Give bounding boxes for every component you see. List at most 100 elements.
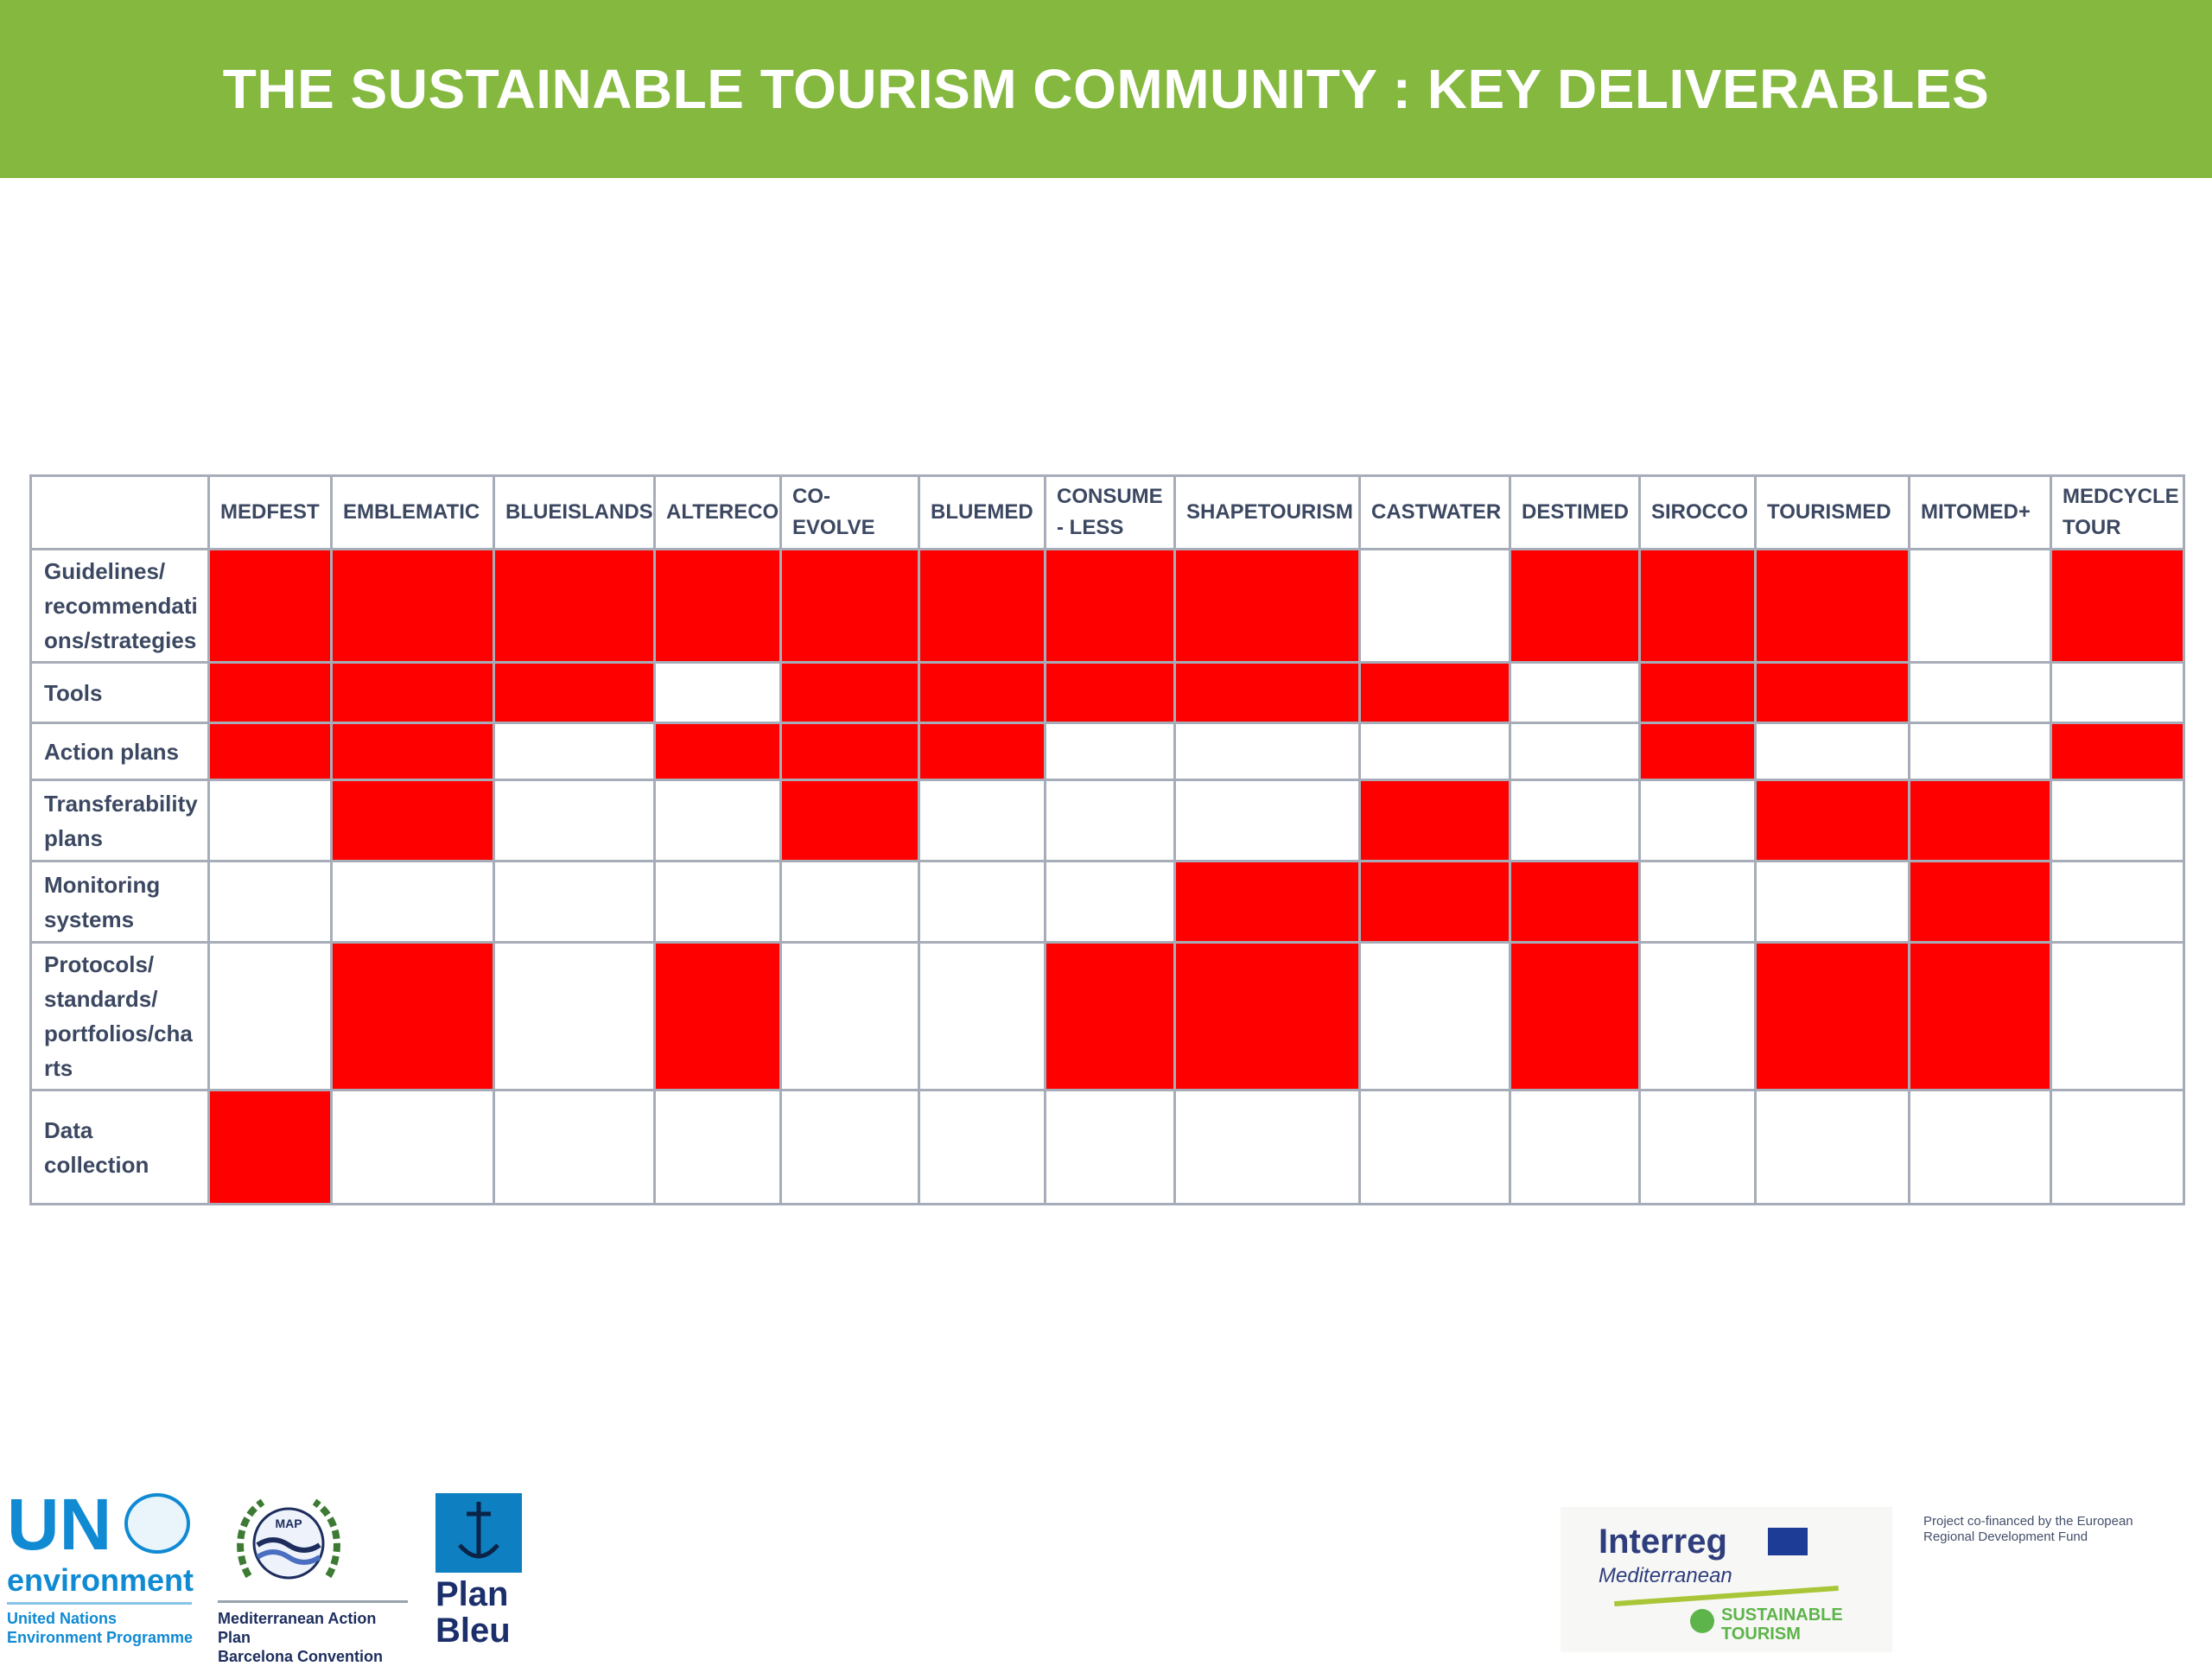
matrix-row: Protocols/ standards/ portfolios/cha rts [29,941,2185,1091]
empty-cell [2050,779,2185,862]
matrix-row: Action plans [29,722,2185,781]
plan-bleu-word: Bleu [435,1612,511,1650]
matrix-row: Monitoring systems [29,860,2185,944]
empty-cell [2050,661,2185,724]
empty-cell [330,1089,495,1205]
deliverable-mark-cell [1358,779,1511,862]
matrix-corner-cell [29,474,210,550]
deliverable-mark-cell [1358,661,1511,724]
row-label: Data collection [29,1089,210,1205]
empty-cell [330,860,495,944]
deliverable-mark-cell [1754,779,1910,862]
leaf-icon [1690,1609,1714,1633]
deliverable-mark-cell [1638,722,1757,781]
deliverable-mark-cell [1173,661,1361,724]
deliverable-mark-cell [1908,860,2052,944]
empty-cell [1638,1089,1757,1205]
deliverable-mark-cell [207,1089,333,1205]
empty-cell [1358,941,1511,1091]
map-caption-line: Mediterranean Action Plan [218,1610,377,1646]
deliverable-mark-cell [1173,941,1361,1091]
empty-cell [1754,722,1910,781]
deliverable-mark-cell [653,941,782,1091]
empty-cell [1044,722,1176,781]
empty-cell [779,1089,920,1205]
row-label: Transferability plans [29,779,210,862]
empty-cell [653,779,782,862]
deliverable-mark-cell [1638,548,1757,664]
deliverable-mark-cell [779,722,920,781]
empty-cell [1358,722,1511,781]
deliverable-mark-cell [330,722,495,781]
deliverable-mark-cell [1173,548,1361,664]
empty-cell [493,1089,656,1205]
empty-cell [1044,779,1176,862]
deliverable-mark-cell [653,548,782,664]
empty-cell [1754,860,1910,944]
deliverable-mark-cell [493,548,656,664]
empty-cell [207,779,333,862]
deliverable-mark-cell [779,548,920,664]
empty-cell [1173,722,1361,781]
row-label: Monitoring systems [29,860,210,944]
row-label: Guidelines/ recommendati ons/strategies [29,548,210,664]
empty-cell [1509,1089,1641,1205]
empty-cell [493,722,656,781]
sustainable-tourism-line: TOURISM [1721,1625,1801,1644]
empty-cell [1509,779,1641,862]
deliverable-mark-cell [1638,661,1757,724]
deliverable-mark-cell [330,548,495,664]
empty-cell [779,941,920,1091]
empty-cell [1509,722,1641,781]
deliverable-mark-cell [1908,779,2052,862]
column-header: MITOMED+ [1908,474,2052,550]
deliverable-mark-cell [1173,860,1361,944]
deliverable-mark-cell [330,661,495,724]
deliverable-mark-cell [1509,860,1641,944]
empty-cell [493,860,656,944]
unep-caption-line: United Nations [7,1610,118,1627]
column-header: SHAPETOURISM [1173,474,1361,550]
matrix-row: Tools [29,661,2185,724]
column-header: ALTERECO [653,474,782,550]
column-header: MEDCYCLE TOUR [2050,474,2185,550]
empty-cell [918,860,1046,944]
column-header: CO-EVOLVE [779,474,920,550]
deliverable-mark-cell [2050,548,2185,664]
empty-cell [1908,548,2052,664]
deliverable-mark-cell [1358,860,1511,944]
empty-cell [653,661,782,724]
empty-cell [1173,1089,1361,1205]
deliverable-mark-cell [1509,548,1641,664]
empty-cell [1509,661,1641,724]
deliverables-matrix: MEDFEST EMBLEMATIC BLUEISLANDS ALTERECO … [29,474,2185,1205]
empty-cell [653,860,782,944]
empty-cell [1358,548,1511,664]
unep-rule [7,1602,192,1605]
deliverable-mark-cell [330,941,495,1091]
empty-cell [1908,661,2052,724]
map-caption: Mediterranean Action Plan Barcelona Conv… [218,1609,411,1666]
empty-cell [493,941,656,1091]
empty-cell [2050,1089,2185,1205]
deliverable-mark-cell [1908,941,2052,1091]
map-emblem-icon: MAP [237,1498,340,1580]
column-header: CASTWATER [1358,474,1511,550]
map-emblem-text: MAP [275,1517,302,1530]
plan-bleu-word: Plan [435,1575,509,1613]
column-header: SIROCCO [1638,474,1757,550]
anchor-figure-icon [458,1502,499,1559]
empty-cell [1638,941,1757,1091]
empty-cell [2050,941,2185,1091]
unep-caption-line: Environment Programme [7,1629,194,1646]
deliverable-mark-cell [918,548,1046,664]
column-header: BLUEMED [918,474,1046,550]
row-label: Action plans [29,722,210,781]
empty-cell [1044,1089,1176,1205]
unep-caption: United Nations Environment Programme [7,1609,197,1647]
deliverable-mark-cell [1754,548,1910,664]
column-header: TOURISMED [1754,474,1910,550]
map-barcelona-logo: MAP Mediterranean Action Plan Barcelona … [218,1493,411,1665]
cofinanced-note: Project co-financed by the European Regi… [1923,1514,2133,1544]
sustainable-tourism-line: SUSTAINABLE [1721,1606,1843,1625]
